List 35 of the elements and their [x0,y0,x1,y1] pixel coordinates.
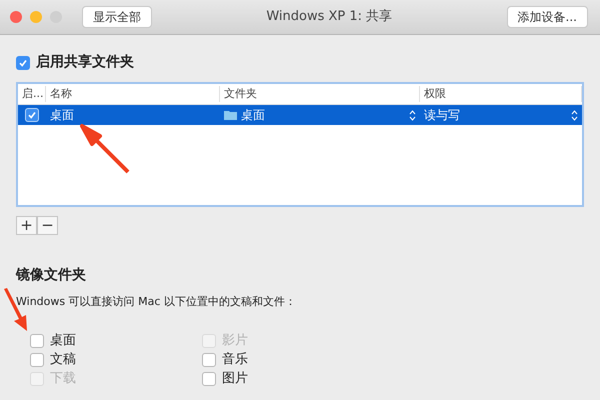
checkbox[interactable] [30,334,44,348]
checkbox[interactable] [30,353,44,367]
table-row[interactable]: 桌面 桌面 读与写 [18,105,582,125]
add-device-button[interactable]: 添加设备... [506,6,588,28]
section-title: 镜像文件夹 [16,266,87,285]
annotation-arrow [78,122,132,176]
checkbox-label: 影片 [222,332,248,350]
checkmark-icon [18,58,28,68]
checkbox-label: 音乐 [222,351,248,370]
column-header[interactable]: 名称 [46,86,220,102]
column-header[interactable]: 权限 [420,86,582,102]
checkmark-icon [27,110,37,120]
close-button[interactable] [10,11,22,23]
window-title: Windows XP 1: 共享 [265,8,394,26]
table-cell-text: 桌面 [241,107,266,124]
checkbox-label: 文稿 [50,351,76,370]
folder-icon [224,110,237,120]
table-cell-text: 桌面 [49,107,75,124]
show-all-button[interactable]: 显示全部 [82,6,152,28]
checkbox[interactable] [202,353,216,367]
add-button[interactable]: + [16,216,37,235]
column-header[interactable]: 文件夹 [220,86,420,102]
remove-button[interactable]: − [37,216,58,235]
minimize-button[interactable] [30,11,42,23]
stepper-icon [571,110,578,120]
column-header[interactable]: 启... [18,86,46,102]
checkbox-label: 启用共享文件夹 [36,52,134,72]
checkbox-label: 桌面 [50,332,76,350]
table-cell-text: 读与写 [424,107,461,124]
checkbox[interactable] [202,372,216,386]
checkbox-label: 图片 [222,370,248,388]
checkbox[interactable] [16,56,30,70]
checkbox-label: 下载 [50,370,76,388]
stepper-icon [409,110,416,120]
section-description: Windows 可以直接访问 Mac 以下位置中的文稿和文件： [16,294,297,310]
